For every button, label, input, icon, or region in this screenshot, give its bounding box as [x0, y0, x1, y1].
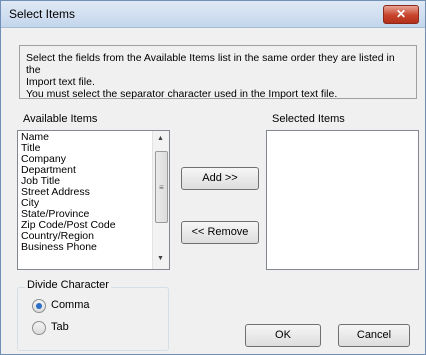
ok-button[interactable]: OK: [245, 324, 321, 347]
scrollbar-thumb[interactable]: ≡: [155, 151, 168, 223]
instruction-line-2: Import text file.: [26, 76, 95, 88]
close-button[interactable]: ✕: [383, 5, 419, 24]
list-item[interactable]: Business Phone: [21, 242, 151, 253]
title-bar: Select Items ✕: [1, 1, 425, 28]
close-icon: ✕: [395, 7, 407, 21]
tab-radio-label[interactable]: Tab: [51, 321, 69, 333]
select-items-dialog: Select Items ✕ Select the fields from th…: [0, 0, 426, 355]
remove-button[interactable]: << Remove: [181, 221, 259, 244]
divide-character-title: Divide Character: [25, 279, 111, 291]
grip-icon: ≡: [159, 183, 164, 192]
instruction-line-3: You must select the separator character …: [26, 88, 338, 100]
selected-items-list[interactable]: [266, 130, 419, 270]
scroll-up-icon[interactable]: ▲: [157, 135, 164, 142]
comma-radio[interactable]: [32, 299, 46, 313]
cancel-button[interactable]: Cancel: [338, 324, 410, 347]
list-item[interactable]: Street Address: [21, 187, 151, 198]
add-button[interactable]: Add >>: [181, 167, 259, 190]
comma-radio-label[interactable]: Comma: [51, 299, 90, 311]
available-items-label: Available Items: [23, 113, 98, 125]
radio-selected-dot: [36, 303, 42, 309]
instructions-panel: Select the fields from the Available Ite…: [19, 45, 417, 100]
scroll-down-icon[interactable]: ▼: [157, 255, 164, 262]
selected-items-label: Selected Items: [272, 113, 345, 125]
dialog-title: Select Items: [9, 7, 76, 21]
available-items-list[interactable]: Name Title Company Department Job Title …: [17, 130, 170, 270]
list-item[interactable]: Name: [21, 132, 151, 143]
instruction-line-1: Select the fields from the Available Ite…: [26, 52, 395, 76]
divide-character-group: [17, 287, 169, 351]
tab-radio[interactable]: [32, 321, 46, 335]
vertical-scrollbar[interactable]: ▲ ≡ ▼: [152, 131, 169, 269]
